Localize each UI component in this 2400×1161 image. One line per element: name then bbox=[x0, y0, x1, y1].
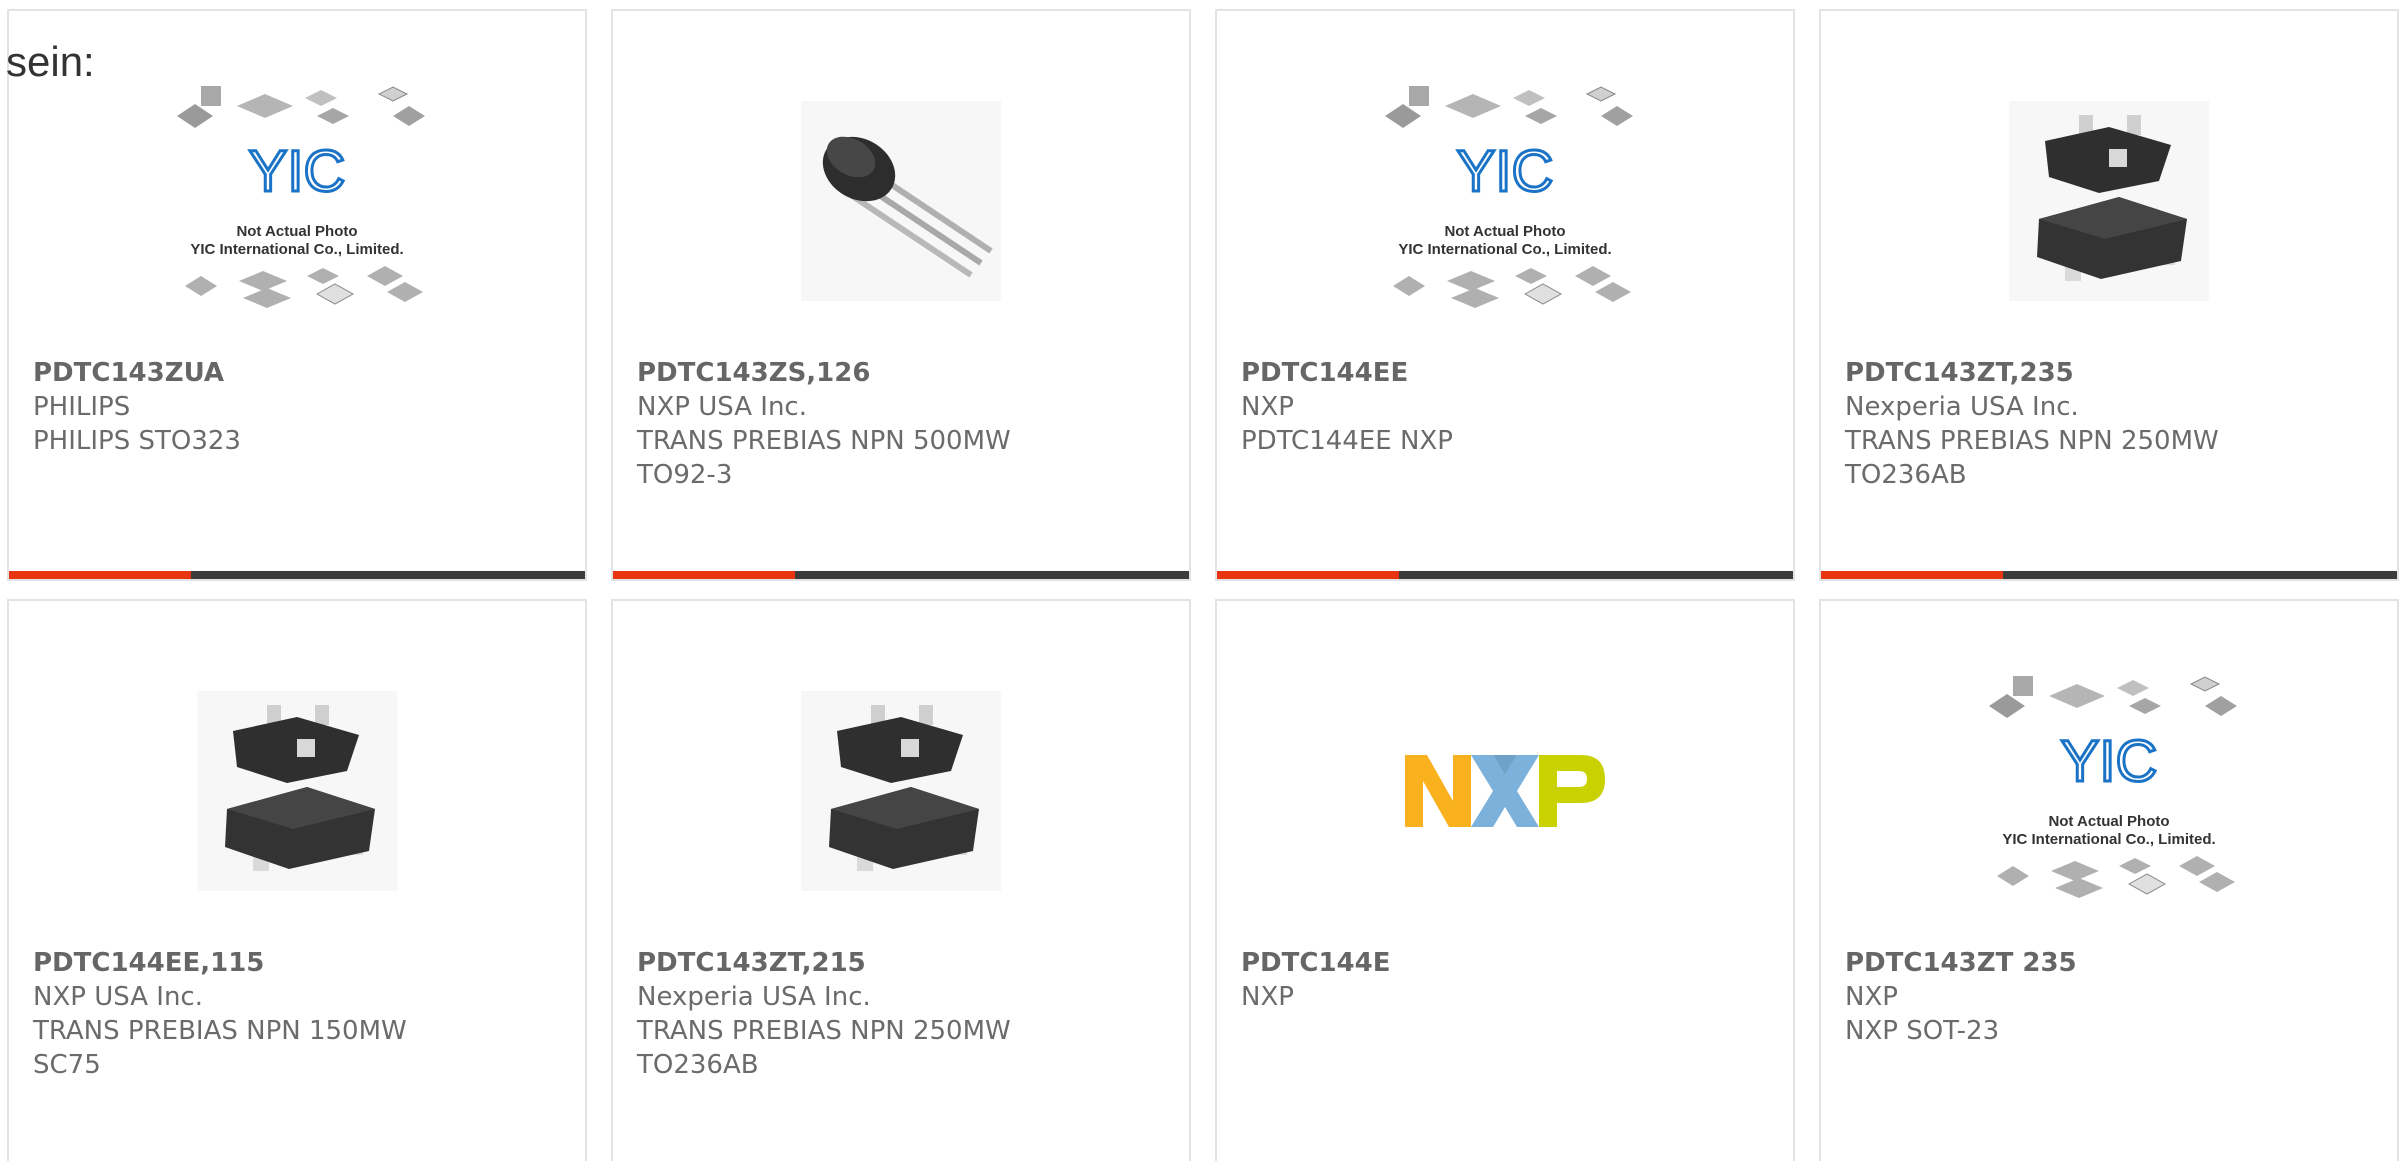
product-manufacturer: NXP bbox=[1241, 982, 1294, 1012]
placeholder-caption: YIC International Co., Limited. bbox=[1398, 241, 1611, 258]
product-grid-page: sein: YIC Not Actual Photo YIC Internati… bbox=[0, 0, 2400, 1161]
product-part-number[interactable]: PDTC143ZUA bbox=[33, 356, 575, 390]
placeholder-caption: YIC International Co., Limited. bbox=[190, 241, 403, 258]
product-manufacturer: Nexperia USA Inc. bbox=[1845, 392, 2079, 422]
yic-placeholder-image: YIC Not Actual Photo YIC International C… bbox=[1989, 676, 2237, 898]
product-part-number[interactable]: PDTC144E bbox=[1241, 946, 1783, 980]
placeholder-caption: Not Actual Photo bbox=[2048, 813, 2169, 830]
sot-transistor-image bbox=[197, 691, 397, 891]
product-info: PDTC143ZT 235 NXP NXP SOT-23 bbox=[1845, 946, 2387, 1048]
yic-logo: YIC bbox=[249, 139, 346, 204]
product-part-number[interactable]: PDTC143ZT 235 bbox=[1845, 946, 2387, 980]
product-part-number[interactable]: PDTC144EE,115 bbox=[33, 946, 575, 980]
card-accent-bar bbox=[1217, 571, 1793, 579]
to92-transistor-image bbox=[801, 101, 1001, 301]
product-image[interactable]: YIC Not Actual Photo YIC International C… bbox=[1217, 81, 1793, 321]
product-description: TRANS PREBIAS NPN 150MW bbox=[33, 1016, 407, 1046]
card-accent-bar bbox=[613, 571, 1189, 579]
product-description: TRANS PREBIAS NPN 250MW bbox=[637, 1016, 1011, 1046]
yic-placeholder-image: YIC Not Actual Photo YIC International C… bbox=[177, 86, 425, 308]
product-description: PHILIPS STO323 bbox=[33, 426, 241, 456]
product-part-number[interactable]: PDTC143ZT,215 bbox=[637, 946, 1179, 980]
product-description: TO92-3 bbox=[637, 460, 733, 490]
product-info: PDTC144EE,115 NXP USA Inc. TRANS PREBIAS… bbox=[33, 946, 575, 1082]
product-card[interactable]: YIC Not Actual Photo YIC International C… bbox=[1215, 9, 1795, 581]
nxp-logo-image bbox=[1405, 755, 1605, 827]
product-manufacturer: PHILIPS bbox=[33, 392, 131, 422]
product-card[interactable]: PDTC143ZS,126 NXP USA Inc. TRANS PREBIAS… bbox=[611, 9, 1191, 581]
product-image[interactable] bbox=[9, 671, 585, 911]
product-description: TO236AB bbox=[637, 1050, 759, 1080]
product-description: SC75 bbox=[33, 1050, 101, 1080]
product-card[interactable]: PDTC144EE,115 NXP USA Inc. TRANS PREBIAS… bbox=[7, 599, 587, 1161]
product-info: PDTC143ZT,215 Nexperia USA Inc. TRANS PR… bbox=[637, 946, 1179, 1082]
product-info: PDTC143ZUA PHILIPS PHILIPS STO323 bbox=[33, 356, 575, 458]
product-info: PDTC144E NXP bbox=[1241, 946, 1783, 1014]
sot-transistor-image bbox=[2009, 101, 2209, 301]
yic-logo: YIC bbox=[2061, 729, 2158, 794]
placeholder-caption: YIC International Co., Limited. bbox=[2002, 831, 2215, 848]
product-part-number[interactable]: PDTC143ZT,235 bbox=[1845, 356, 2387, 390]
product-manufacturer: NXP USA Inc. bbox=[33, 982, 203, 1012]
product-part-number[interactable]: PDTC143ZS,126 bbox=[637, 356, 1179, 390]
product-info: PDTC143ZT,235 Nexperia USA Inc. TRANS PR… bbox=[1845, 356, 2387, 492]
product-info: PDTC143ZS,126 NXP USA Inc. TRANS PREBIAS… bbox=[637, 356, 1179, 492]
product-description: PDTC144EE NXP bbox=[1241, 426, 1453, 456]
product-manufacturer: NXP USA Inc. bbox=[637, 392, 807, 422]
product-info: PDTC144EE NXP PDTC144EE NXP bbox=[1241, 356, 1783, 458]
product-card[interactable]: YIC Not Actual Photo YIC International C… bbox=[7, 9, 587, 581]
product-image[interactable] bbox=[613, 671, 1189, 911]
product-part-number[interactable]: PDTC144EE bbox=[1241, 356, 1783, 390]
product-description: TRANS PREBIAS NPN 250MW bbox=[1845, 426, 2219, 456]
product-image[interactable] bbox=[1821, 81, 2397, 321]
yic-placeholder-image: YIC Not Actual Photo YIC International C… bbox=[1385, 86, 1633, 308]
placeholder-caption: Not Actual Photo bbox=[1444, 223, 1565, 240]
product-description: NXP SOT-23 bbox=[1845, 1016, 2000, 1046]
product-description: TO236AB bbox=[1845, 460, 1967, 490]
product-manufacturer: NXP bbox=[1241, 392, 1294, 422]
product-image[interactable]: YIC Not Actual Photo YIC International C… bbox=[1821, 671, 2397, 911]
card-accent-bar bbox=[1821, 571, 2397, 579]
intro-text: sein: bbox=[6, 38, 95, 85]
product-card[interactable]: PDTC143ZT,215 Nexperia USA Inc. TRANS PR… bbox=[611, 599, 1191, 1161]
product-image[interactable] bbox=[1217, 671, 1793, 911]
product-manufacturer: NXP bbox=[1845, 982, 1898, 1012]
card-accent-bar bbox=[9, 571, 585, 579]
product-card[interactable]: PDTC143ZT,235 Nexperia USA Inc. TRANS PR… bbox=[1819, 9, 2399, 581]
product-image[interactable]: YIC Not Actual Photo YIC International C… bbox=[9, 81, 585, 321]
product-manufacturer: Nexperia USA Inc. bbox=[637, 982, 871, 1012]
placeholder-caption: Not Actual Photo bbox=[236, 223, 357, 240]
sot-transistor-image bbox=[801, 691, 1001, 891]
product-image[interactable] bbox=[613, 81, 1189, 321]
product-card[interactable]: PDTC144E NXP bbox=[1215, 599, 1795, 1161]
yic-logo: YIC bbox=[1457, 139, 1554, 204]
product-card[interactable]: YIC Not Actual Photo YIC International C… bbox=[1819, 599, 2399, 1161]
product-description: TRANS PREBIAS NPN 500MW bbox=[637, 426, 1011, 456]
